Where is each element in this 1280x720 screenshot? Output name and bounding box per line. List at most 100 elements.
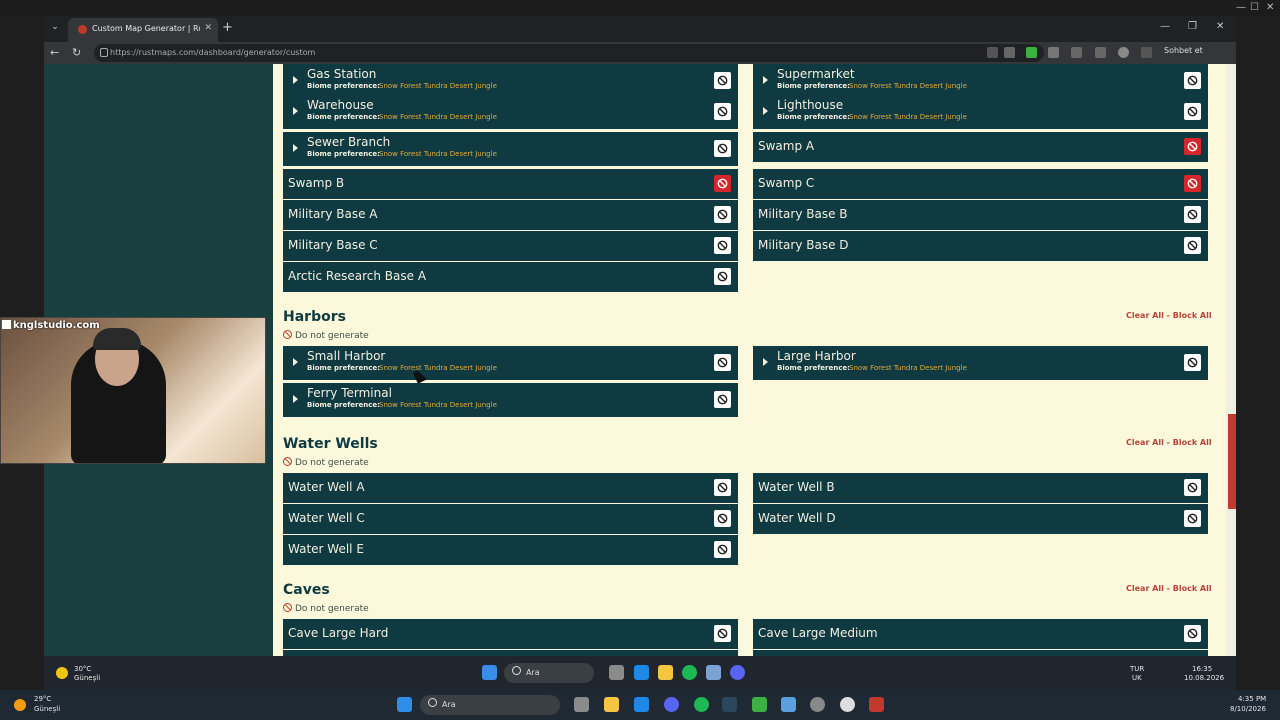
monument-card-water-well-b[interactable]: Water Well B (753, 473, 1208, 503)
block-icon[interactable] (714, 72, 731, 89)
edge-icon[interactable] (634, 665, 649, 680)
taskview-icon[interactable] (574, 697, 589, 712)
block-icon-active[interactable] (1184, 138, 1201, 155)
refresh-extension-icon[interactable] (1071, 47, 1082, 58)
scrollbar-thumb[interactable] (1228, 414, 1236, 509)
block-icon[interactable] (714, 206, 731, 223)
monument-card-water-well-d[interactable]: Water Well D (753, 504, 1208, 534)
taskview-icon[interactable] (609, 665, 624, 680)
notes-icon[interactable] (781, 697, 796, 712)
monument-card-small-harbor[interactable]: Small Harbor Biome preference: Snow Fore… (283, 346, 738, 380)
edge-icon[interactable] (634, 697, 649, 712)
monument-card-large-harbor[interactable]: Large Harbor Biome preference: Snow Fore… (753, 346, 1208, 380)
explorer-icon[interactable] (658, 665, 673, 680)
monument-card-military-base-c[interactable]: Military Base C (283, 231, 738, 261)
maximize-icon[interactable]: ☐ (1250, 2, 1259, 13)
block-icon[interactable] (714, 103, 731, 120)
minimize-icon[interactable]: — (1236, 2, 1246, 13)
expand-arrow-icon[interactable] (763, 76, 768, 84)
expand-arrow-icon[interactable] (293, 107, 298, 115)
block-icon-active[interactable] (1184, 175, 1201, 192)
monument-card-water-well-c[interactable]: Water Well C (283, 504, 738, 534)
expand-arrow-icon[interactable] (293, 395, 298, 403)
address-bar[interactable]: https://rustmaps.com/dashboard/generator… (94, 44, 1044, 62)
page-scrollbar[interactable] (1226, 64, 1236, 656)
browser-tab[interactable]: Custom Map Generator | RustMaps ✕ (68, 18, 218, 42)
expand-arrow-icon[interactable] (293, 144, 298, 152)
back-icon[interactable]: ← (50, 46, 59, 59)
block-icon[interactable] (714, 479, 731, 496)
block-icon[interactable] (1184, 625, 1201, 642)
obs-icon[interactable] (840, 697, 855, 712)
block-icon[interactable] (714, 541, 731, 558)
discord-icon[interactable] (664, 697, 679, 712)
chat-button[interactable]: Sohbet et (1164, 46, 1203, 55)
explorer-icon[interactable] (604, 697, 619, 712)
minimize-icon[interactable]: — (1160, 21, 1170, 32)
block-icon-active[interactable] (714, 175, 731, 192)
monument-card-military-base-d[interactable]: Military Base D (753, 231, 1208, 261)
extension-icon[interactable] (1048, 47, 1059, 58)
collections-icon[interactable] (1095, 47, 1106, 58)
rust-icon[interactable] (869, 697, 884, 712)
tab-search-icon[interactable]: ⌄ (48, 22, 62, 36)
block-icon[interactable] (714, 140, 731, 157)
block-icon[interactable] (714, 625, 731, 642)
monument-card-ferry-terminal[interactable]: Ferry Terminal Biome preference: Snow Fo… (283, 383, 738, 417)
monument-card-cave-large-medium[interactable]: Cave Large Medium (753, 619, 1208, 649)
monument-card-supermarket[interactable]: Supermarket Biome preference: Snow Fores… (753, 64, 1208, 98)
block-icon[interactable] (714, 510, 731, 527)
restore-icon[interactable]: ❐ (1188, 21, 1197, 32)
harbors-do-not-generate[interactable]: Do not generate (283, 330, 369, 341)
monument-card-swamp-c[interactable]: Swamp C (753, 169, 1208, 199)
block-icon[interactable] (714, 391, 731, 408)
close-window-icon[interactable]: ✕ (1216, 21, 1224, 32)
new-tab-icon[interactable]: + (222, 20, 233, 35)
expand-arrow-icon[interactable] (293, 76, 298, 84)
water-wells-do-not-generate[interactable]: Do not generate (283, 457, 369, 468)
block-icon[interactable] (714, 268, 731, 285)
favorite-icon[interactable] (1004, 47, 1015, 58)
monument-card-arctic-research-base-a[interactable]: Arctic Research Base A (283, 262, 738, 292)
reload-icon[interactable]: ↻ (72, 46, 81, 59)
discord-icon[interactable] (730, 665, 745, 680)
water-wells-clear-block-all[interactable]: Clear All - Block All (1126, 438, 1212, 447)
settings-icon[interactable] (810, 697, 825, 712)
profile-icon[interactable] (1118, 47, 1129, 58)
block-icon[interactable] (1184, 206, 1201, 223)
taskbar-search[interactable]: Ara (420, 695, 560, 715)
spotify-icon[interactable] (694, 697, 709, 712)
tab-close-icon[interactable]: ✕ (204, 23, 212, 33)
expand-arrow-icon[interactable] (763, 358, 768, 366)
monument-card-military-base-b[interactable]: Military Base B (753, 200, 1208, 230)
spotify-icon[interactable] (682, 665, 697, 680)
monument-card-swamp-b[interactable]: Swamp B (283, 169, 738, 199)
monument-card-water-well-e[interactable]: Water Well E (283, 535, 738, 565)
expand-arrow-icon[interactable] (763, 107, 768, 115)
monument-card-sewer-branch[interactable]: Sewer Branch Biome preference: Snow Fore… (283, 132, 738, 166)
block-icon[interactable] (1184, 354, 1201, 371)
app-icon[interactable] (752, 697, 767, 712)
monument-card-military-base-a[interactable]: Military Base A (283, 200, 738, 230)
block-icon[interactable] (1184, 479, 1201, 496)
block-icon[interactable] (1184, 237, 1201, 254)
monument-card-water-well-a[interactable]: Water Well A (283, 473, 738, 503)
steam-icon[interactable] (722, 697, 737, 712)
block-icon[interactable] (1184, 72, 1201, 89)
block-icon[interactable] (1184, 510, 1201, 527)
monument-card-swamp-a[interactable]: Swamp A (753, 132, 1208, 162)
block-icon[interactable] (714, 354, 731, 371)
monument-card-warehouse[interactable]: Warehouse Biome preference: Snow Forest … (283, 95, 738, 129)
harbors-clear-block-all[interactable]: Clear All - Block All (1126, 311, 1212, 320)
block-icon[interactable] (714, 237, 731, 254)
block-icon[interactable] (1184, 103, 1201, 120)
monument-card-lighthouse[interactable]: Lighthouse Biome preference: Snow Forest… (753, 95, 1208, 129)
more-icon[interactable] (1141, 47, 1152, 58)
app-icon[interactable] (706, 665, 721, 680)
monument-card-cave-large-hard[interactable]: Cave Large Hard (283, 619, 738, 649)
translate-icon[interactable] (987, 47, 998, 58)
caves-clear-block-all[interactable]: Clear All - Block All (1126, 584, 1212, 593)
windows-start-icon[interactable] (482, 665, 497, 680)
taskbar-search[interactable]: Ara (504, 663, 594, 683)
extension-icon[interactable] (1026, 47, 1037, 58)
